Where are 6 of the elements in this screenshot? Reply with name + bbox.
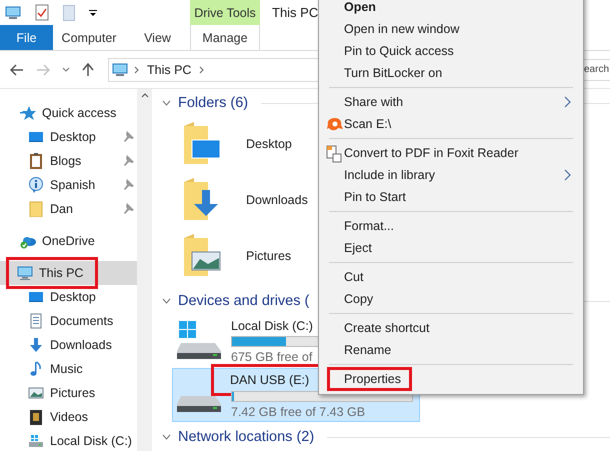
- drive-name: DAN USB (E:): [230, 372, 310, 386]
- drive-name: Local Disk (C:): [231, 318, 313, 332]
- window-title: This PC: [271, 4, 318, 22]
- drive-tools-label: Drive Tools: [190, 0, 260, 25]
- free-space-text: 7.42 GB free of 7.43 GB: [231, 404, 366, 418]
- free-space-text: 675 GB free of: [231, 350, 312, 364]
